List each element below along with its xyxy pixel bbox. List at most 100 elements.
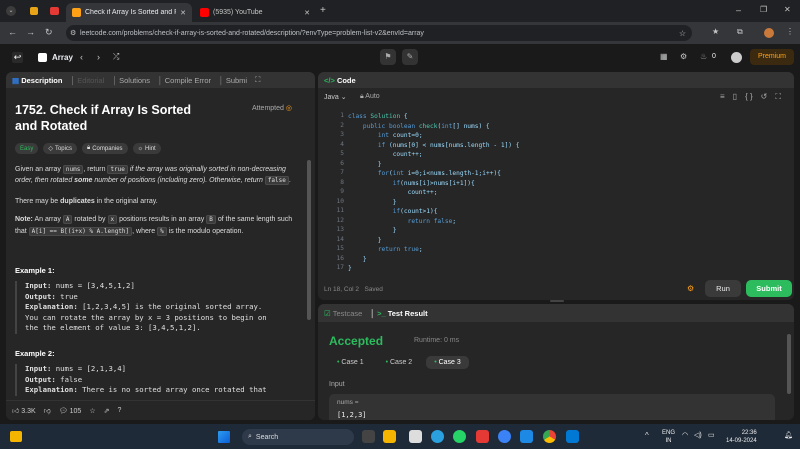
show-hidden-icons[interactable]: ^ <box>645 431 649 440</box>
battery-icon[interactable]: ▭ <box>708 431 715 439</box>
tab-description[interactable]: ▤ Description <box>12 76 62 85</box>
hint-button[interactable]: ☼ Hint <box>132 143 161 154</box>
autocomplete-toggle[interactable]: 🔒︎ Auto <box>360 93 380 101</box>
menu-icon[interactable]: ⋮ <box>786 27 794 36</box>
user-avatar[interactable] <box>731 52 742 63</box>
case-3-tab[interactable]: • Case 3 <box>426 356 469 369</box>
extensions-icon[interactable]: ⧉ <box>737 27 743 37</box>
reload-icon[interactable]: ↻ <box>45 27 53 38</box>
bookmark-icon[interactable]: ▯ <box>733 92 737 102</box>
run-button[interactable]: Run <box>705 280 741 297</box>
code-line: } <box>348 198 397 206</box>
site-info-icon[interactable]: ⚙ <box>70 29 76 37</box>
left-panel-tabs: ▤ Description │ Editorial │ Solutions │ … <box>6 72 315 88</box>
case-1-tab[interactable]: • Case 1 <box>329 356 372 369</box>
task-view-icon[interactable] <box>362 430 375 443</box>
line-number: 15 <box>336 245 344 252</box>
taskbar-search[interactable]: ⌕ Search <box>242 429 354 445</box>
code-line: if (nums[0] < nums[nums.length - 1]) { <box>377 141 520 149</box>
app-icon-2[interactable] <box>498 430 511 443</box>
pinned-tab-icon-2[interactable] <box>50 7 59 15</box>
dislike-icon[interactable]: 👎︎ <box>44 406 51 415</box>
minimize-icon[interactable]: – <box>736 5 741 15</box>
tab-solutions[interactable]: │ Solutions <box>112 76 150 85</box>
tab-leetcode[interactable]: Check if Array Is Sorted and Ro ✕ <box>66 3 192 22</box>
companies-button[interactable]: 🔒︎ Companies <box>81 143 128 154</box>
telegram-icon[interactable] <box>431 430 444 443</box>
expand-icon[interactable]: ⛶ <box>255 75 260 85</box>
code-editor[interactable]: class Solution { public boolean check(in… <box>318 112 794 272</box>
fullscreen-icon[interactable]: ⛶ <box>775 92 781 102</box>
tab-test-result[interactable]: │ >_ Test Result <box>370 309 427 318</box>
close-icon[interactable]: ✕ <box>180 9 186 17</box>
leetcode-logo-icon[interactable]: ↩ <box>12 52 23 63</box>
vscode-icon[interactable] <box>566 430 579 443</box>
url-input[interactable]: ⚙ leetcode.com/problems/check-if-array-i… <box>66 25 692 41</box>
braces-icon[interactable]: { } <box>745 92 753 102</box>
close-icon[interactable]: ✕ <box>304 9 310 17</box>
code-panel: </> Code Java ⌄ 🔒︎ Auto ≡ ▯ { } ↺ ⛶ clas… <box>318 72 794 300</box>
line-number: 10 <box>336 197 344 205</box>
checkbox-icon: ☑ <box>324 308 331 318</box>
pinned-tab-icon[interactable] <box>30 7 38 15</box>
test-scrollbar[interactable] <box>787 334 791 394</box>
tab-code[interactable]: </> Code <box>324 76 356 85</box>
settings-icon[interactable]: ⚙ <box>680 52 687 61</box>
panel-resize-handle[interactable] <box>550 300 564 302</box>
tab-youtube[interactable]: (5935) YouTube ✕ <box>194 3 316 22</box>
submit-button[interactable]: Submit <box>746 280 792 297</box>
tab-compile-error[interactable]: │ Compile Error <box>158 76 211 85</box>
app-icon-3[interactable] <box>520 430 533 443</box>
maximize-icon[interactable]: ❐ <box>760 5 767 14</box>
file-explorer-icon[interactable] <box>383 430 396 443</box>
layout-icon[interactable]: ▦ <box>660 52 668 61</box>
back-icon[interactable]: ← <box>8 27 17 37</box>
whatsapp-icon[interactable] <box>453 430 466 443</box>
close-window-icon[interactable]: ✕ <box>784 5 791 14</box>
tab-search-icon[interactable]: ⌄ <box>6 6 16 16</box>
shuffle-icon[interactable]: ⤮ <box>113 52 119 62</box>
app-icon[interactable] <box>476 430 489 443</box>
debugger-icon[interactable]: ⚙ <box>687 284 694 293</box>
wifi-icon[interactable]: ◠ <box>682 431 688 439</box>
profile-avatar[interactable] <box>764 28 774 38</box>
new-tab-icon[interactable]: + <box>320 5 326 16</box>
line-number: 4 <box>340 140 344 148</box>
like-button[interactable]: 👍︎ 3.3K <box>12 406 36 415</box>
tab-submissions[interactable]: │ Submi <box>219 76 247 85</box>
chrome-icon[interactable] <box>543 430 556 443</box>
format-icon[interactable]: ≡ <box>720 92 725 102</box>
tab-testcase[interactable]: ☑ Testcase <box>324 309 362 318</box>
share-icon[interactable]: ⇗ <box>104 407 110 415</box>
case-2-tab[interactable]: • Case 2 <box>378 356 421 369</box>
prev-problem-icon[interactable]: ‹ <box>80 52 83 62</box>
problem-list-icon[interactable] <box>38 53 47 62</box>
star-icon[interactable]: ★ <box>712 27 719 36</box>
help-icon[interactable]: ? <box>117 407 121 414</box>
clock[interactable]: 22:36 14-09-2024 <box>726 429 757 445</box>
notification-bell-icon[interactable]: 🔔︎ <box>784 431 793 439</box>
favorite-icon[interactable]: ☆ <box>89 407 95 415</box>
fire-icon[interactable]: ♨ <box>700 52 707 61</box>
topics-button[interactable]: ◇ Topics <box>43 143 77 154</box>
debug-icon[interactable]: ⚑ <box>380 49 396 65</box>
premium-button[interactable]: Premium <box>750 49 794 65</box>
reset-icon[interactable]: ↺ <box>761 92 768 102</box>
windows-start-icon[interactable] <box>218 431 230 443</box>
description-scrollbar[interactable] <box>307 160 311 320</box>
bookmark-star-icon[interactable]: ☆ <box>679 29 686 38</box>
language-indicator[interactable]: ENG IN <box>662 429 675 445</box>
tab-editorial[interactable]: │ Editorial <box>70 76 104 85</box>
comments-button[interactable]: 💬︎ 105 <box>59 407 82 415</box>
result-status: Accepted <box>329 334 384 348</box>
notes-icon[interactable]: ✎ <box>402 49 418 65</box>
problem-list-title[interactable]: Array <box>52 53 73 62</box>
leetcode-header: ↩ Array ‹ › ⤮ ⚑ ✎ ▦ ⚙ ♨ 0 Premium <box>0 44 800 72</box>
language-select[interactable]: Java ⌄ <box>324 93 347 101</box>
notepad-icon[interactable] <box>409 430 422 443</box>
widgets-icon[interactable] <box>10 431 22 442</box>
address-bar-row: ← → ↻ ⚙ leetcode.com/problems/check-if-a… <box>0 22 800 44</box>
forward-icon[interactable]: → <box>26 27 35 37</box>
next-problem-icon[interactable]: › <box>97 52 100 62</box>
volume-icon[interactable]: ◁) <box>694 431 702 439</box>
